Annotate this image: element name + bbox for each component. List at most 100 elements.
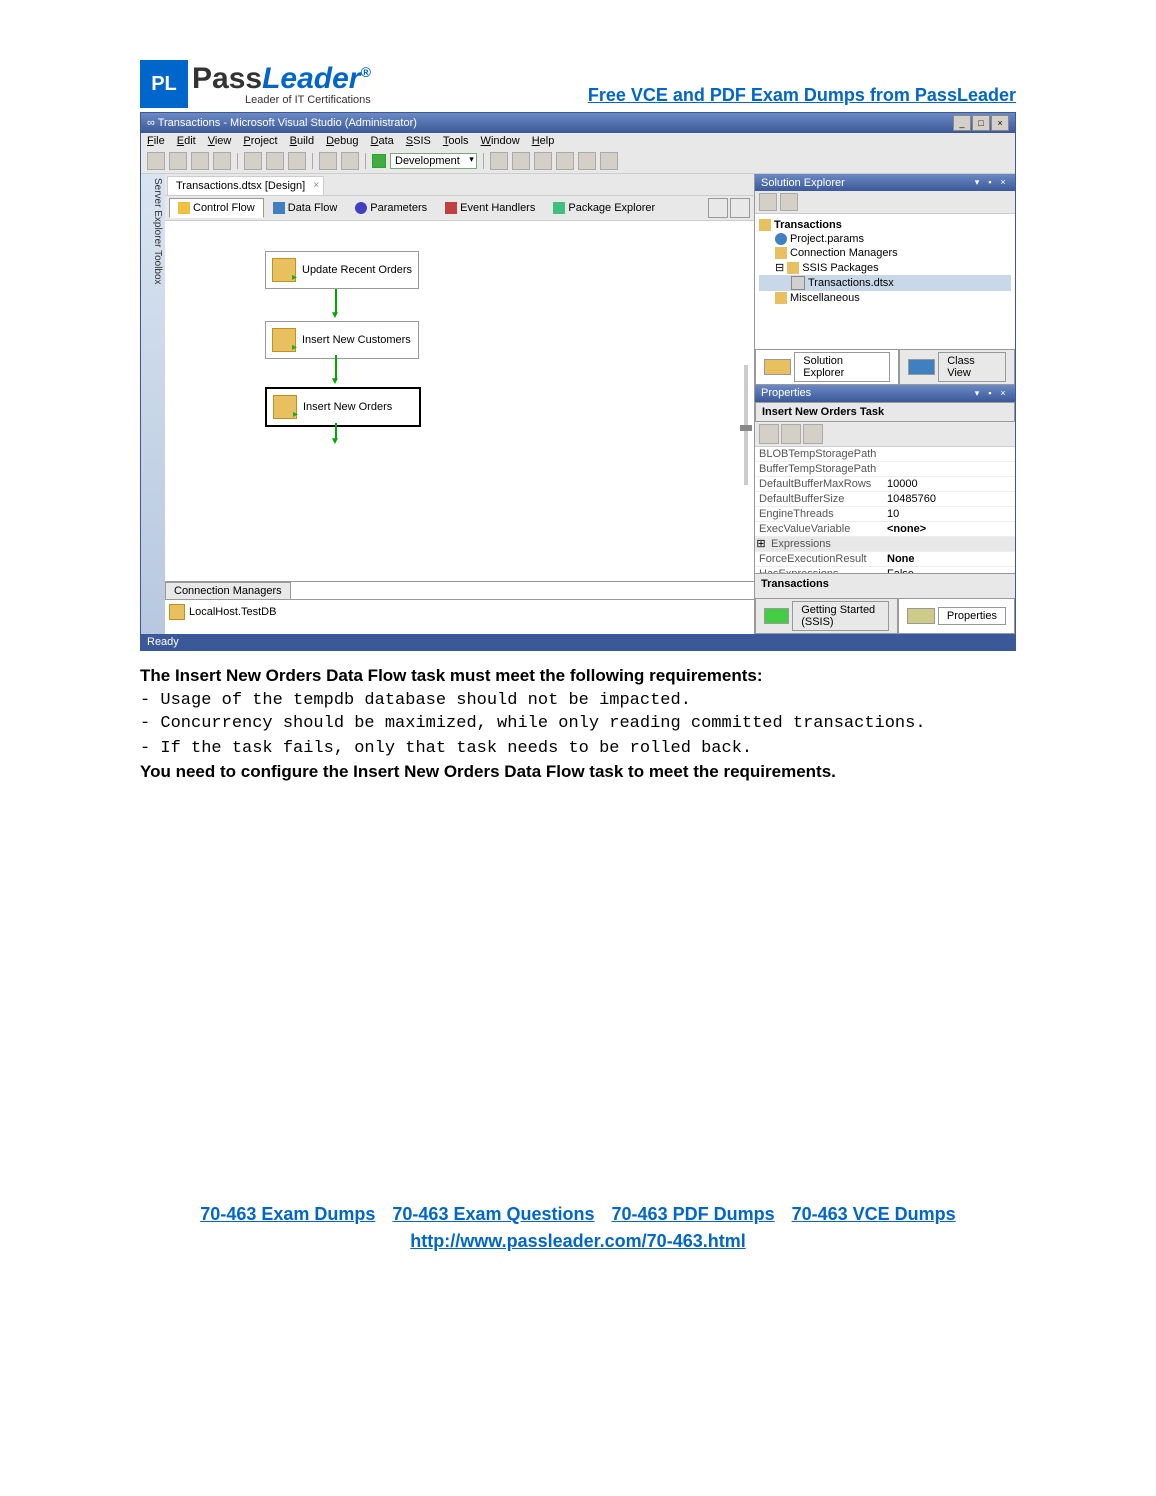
toolbar-btn[interactable] — [600, 152, 618, 170]
tree-label: Connection Managers — [790, 247, 898, 259]
prop-key[interactable]: BufferTempStoragePath — [755, 462, 883, 476]
toolbar-start-icon[interactable] — [372, 154, 386, 168]
prop-val[interactable]: 10485760 — [883, 492, 1015, 506]
prop-key[interactable]: DefaultBufferSize — [755, 492, 883, 506]
panel-dropdown-icon[interactable]: ▾ — [971, 388, 983, 400]
se-toolbar-icon[interactable] — [780, 193, 798, 211]
footer-link-exam-questions[interactable]: 70-463 Exam Questions — [392, 1204, 594, 1224]
menu-build[interactable]: Build — [290, 135, 314, 147]
tree-item-connections[interactable]: Connection Managers — [759, 246, 1011, 260]
prop-key[interactable]: DefaultBufferMaxRows — [755, 477, 883, 491]
tab-parameters[interactable]: Parameters — [346, 198, 436, 218]
menu-tools[interactable]: Tools — [443, 135, 469, 147]
tree-item-params[interactable]: Project.params — [759, 232, 1011, 246]
toolbar-saveall-icon[interactable] — [213, 152, 231, 170]
close-button[interactable]: × — [991, 115, 1009, 131]
toolbar-cut-icon[interactable] — [244, 152, 262, 170]
menu-edit[interactable]: Edit — [177, 135, 196, 147]
properties-object-name[interactable]: Insert New Orders Task — [755, 402, 1015, 422]
file-tab[interactable]: Transactions.dtsx [Design] — [167, 176, 324, 195]
variables-button[interactable] — [708, 198, 728, 218]
tab-getting-started[interactable]: Getting Started (SSIS) — [755, 598, 898, 634]
panel-dropdown-icon[interactable]: ▾ — [971, 177, 983, 189]
minimize-button[interactable]: _ — [953, 115, 971, 131]
prop-val[interactable]: None — [883, 552, 1015, 566]
tab-properties[interactable]: Properties — [898, 598, 1015, 634]
tree-item-packages-folder[interactable]: ⊟ SSIS Packages — [759, 260, 1011, 275]
toolbar-btn[interactable] — [512, 152, 530, 170]
prop-key[interactable]: BLOBTempStoragePath — [755, 447, 883, 461]
prop-val[interactable]: 10000 — [883, 477, 1015, 491]
prop-category-expressions[interactable]: ⊞Expressions — [755, 537, 1015, 552]
tab-package-explorer[interactable]: Package Explorer — [544, 198, 664, 218]
dataflow-task-icon — [272, 328, 296, 352]
toolbar-btn[interactable] — [534, 152, 552, 170]
prop-val[interactable] — [883, 447, 1015, 461]
design-canvas[interactable]: Update Recent Orders Insert New Customer… — [165, 221, 754, 581]
prop-key[interactable]: ExecValueVariable — [755, 522, 883, 536]
panel-close-icon[interactable]: × — [997, 388, 1009, 400]
config-dropdown[interactable]: Development — [390, 153, 477, 169]
prop-val[interactable]: <none> — [883, 522, 1015, 536]
designer-tabs: Control Flow Data Flow Parameters Event … — [165, 196, 754, 221]
panel-close-icon[interactable]: × — [997, 177, 1009, 189]
precedence-arrow[interactable] — [335, 355, 337, 379]
precedence-arrow[interactable] — [335, 289, 337, 313]
left-rail[interactable]: Server Explorer Toolbox — [141, 174, 165, 634]
maximize-button[interactable]: □ — [972, 115, 990, 131]
task-insert-new-orders[interactable]: Insert New Orders — [265, 387, 421, 427]
task-update-recent-orders[interactable]: Update Recent Orders — [265, 251, 419, 289]
footer-link-exam-dumps[interactable]: 70-463 Exam Dumps — [200, 1204, 375, 1224]
logo-subtitle: Leader of IT Certifications — [192, 94, 371, 106]
toolbar-undo-icon[interactable] — [319, 152, 337, 170]
tab-class-view[interactable]: Class View — [899, 349, 1015, 385]
toolbar-new-icon[interactable] — [147, 152, 165, 170]
toolbar-redo-icon[interactable] — [341, 152, 359, 170]
task-insert-new-customers[interactable]: Insert New Customers — [265, 321, 419, 359]
menu-project[interactable]: Project — [243, 135, 277, 147]
menu-view[interactable]: View — [208, 135, 232, 147]
tab-control-flow[interactable]: Control Flow — [169, 198, 264, 218]
tree-item-misc[interactable]: Miscellaneous — [759, 291, 1011, 305]
menu-data[interactable]: Data — [371, 135, 394, 147]
properties-grid[interactable]: BLOBTempStoragePath BufferTempStoragePat… — [755, 447, 1015, 574]
tab-event-handlers[interactable]: Event Handlers — [436, 198, 544, 218]
menu-window[interactable]: Window — [481, 135, 520, 147]
toolbar-open-icon[interactable] — [169, 152, 187, 170]
connection-item[interactable]: LocalHost.TestDB — [169, 604, 750, 620]
zoom-slider[interactable] — [744, 365, 748, 485]
se-toolbar-icon[interactable] — [759, 193, 777, 211]
menu-file[interactable]: File — [147, 135, 165, 147]
ssis-toolbox-button[interactable] — [730, 198, 750, 218]
panel-title-text: Solution Explorer — [761, 177, 845, 189]
connection-managers-tab[interactable]: Connection Managers — [165, 582, 291, 599]
tree-root[interactable]: Transactions — [759, 218, 1011, 232]
tree-item-package-file[interactable]: Transactions.dtsx — [759, 275, 1011, 291]
prop-key[interactable]: ForceExecutionResult — [755, 552, 883, 566]
menu-debug[interactable]: Debug — [326, 135, 358, 147]
panel-pin-icon[interactable]: ▪ — [984, 388, 996, 400]
footer-link-pdf-dumps[interactable]: 70-463 PDF Dumps — [612, 1204, 775, 1224]
footer-url[interactable]: http://www.passleader.com/70-463.html — [410, 1231, 745, 1251]
props-categorized-icon[interactable] — [759, 424, 779, 444]
props-btn[interactable] — [803, 424, 823, 444]
tab-data-flow[interactable]: Data Flow — [264, 198, 347, 218]
toolbar-btn[interactable] — [556, 152, 574, 170]
menu-ssis[interactable]: SSIS — [406, 135, 431, 147]
toolbar-paste-icon[interactable] — [288, 152, 306, 170]
precedence-arrow[interactable] — [335, 423, 337, 439]
menu-help[interactable]: Help — [532, 135, 555, 147]
props-alpha-icon[interactable] — [781, 424, 801, 444]
panel-pin-icon[interactable]: ▪ — [984, 177, 996, 189]
toolbar-btn[interactable] — [578, 152, 596, 170]
toolbar-save-icon[interactable] — [191, 152, 209, 170]
header-link[interactable]: Free VCE and PDF Exam Dumps from PassLea… — [588, 85, 1016, 106]
vs-titlebar: ∞ Transactions - Microsoft Visual Studio… — [141, 113, 1015, 133]
prop-val[interactable] — [883, 462, 1015, 476]
footer-link-vce-dumps[interactable]: 70-463 VCE Dumps — [792, 1204, 956, 1224]
prop-val[interactable]: 10 — [883, 507, 1015, 521]
toolbar-btn[interactable] — [490, 152, 508, 170]
toolbar-copy-icon[interactable] — [266, 152, 284, 170]
prop-key[interactable]: EngineThreads — [755, 507, 883, 521]
tab-solution-explorer[interactable]: Solution Explorer — [755, 349, 899, 385]
